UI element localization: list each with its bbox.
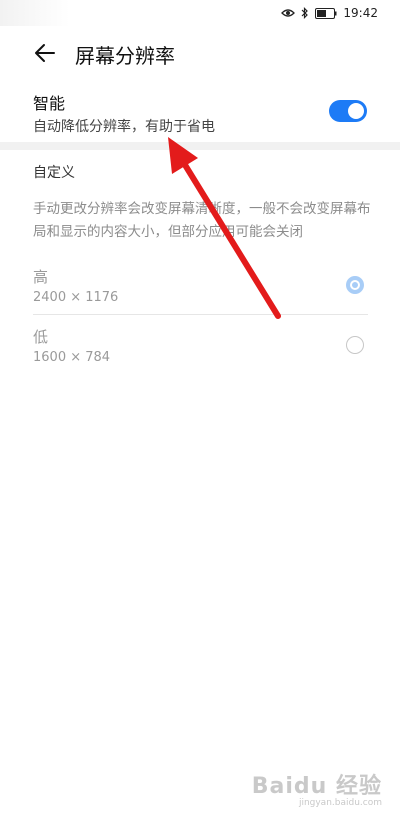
battery-icon [315,7,337,19]
option-value: 2400 × 1176 [33,290,119,305]
option-separator [33,314,368,315]
option-value: 1600 × 784 [33,350,111,365]
option-label: 低 [33,328,49,346]
status-icons: 19:42 [281,5,378,21]
status-time: 19:42 [343,6,378,20]
baidu-watermark: Baidu 经验 jingyan.baidu.com [252,768,382,808]
resolution-option-low[interactable]: 低 1600 × 784 [0,322,400,380]
custom-section-title: 自定义 [33,165,75,181]
smart-resolution-toggle[interactable] [329,100,367,122]
smart-resolution-subtitle: 自动降低分辨率，有助于省电 [33,119,215,135]
bluetooth-icon [301,7,309,19]
smart-resolution-row[interactable]: 智能 自动降低分辨率，有助于省电 [0,86,400,142]
watermark-logo: Baidu 经验 [251,774,382,799]
option-label: 高 [33,268,49,286]
arrow-left-icon[interactable] [34,42,56,64]
radio-high[interactable] [346,276,364,294]
page-title: 屏幕分辨率 [75,44,175,68]
toggle-knob [348,103,364,119]
resolution-option-high[interactable]: 高 2400 × 1176 [0,262,400,320]
smart-resolution-title: 智能 [33,94,66,113]
eye-icon [281,8,296,18]
radio-low[interactable] [346,336,364,354]
header: 屏幕分辨率 [0,30,400,78]
section-divider [0,142,400,150]
status-left-area [0,0,70,26]
status-bar: 19:42 [0,0,400,26]
custom-section-description: 手动更改分辨率会改变屏幕清晰度，一般不会改变屏幕布局和显示的内容大小，但部分应用… [33,201,371,240]
